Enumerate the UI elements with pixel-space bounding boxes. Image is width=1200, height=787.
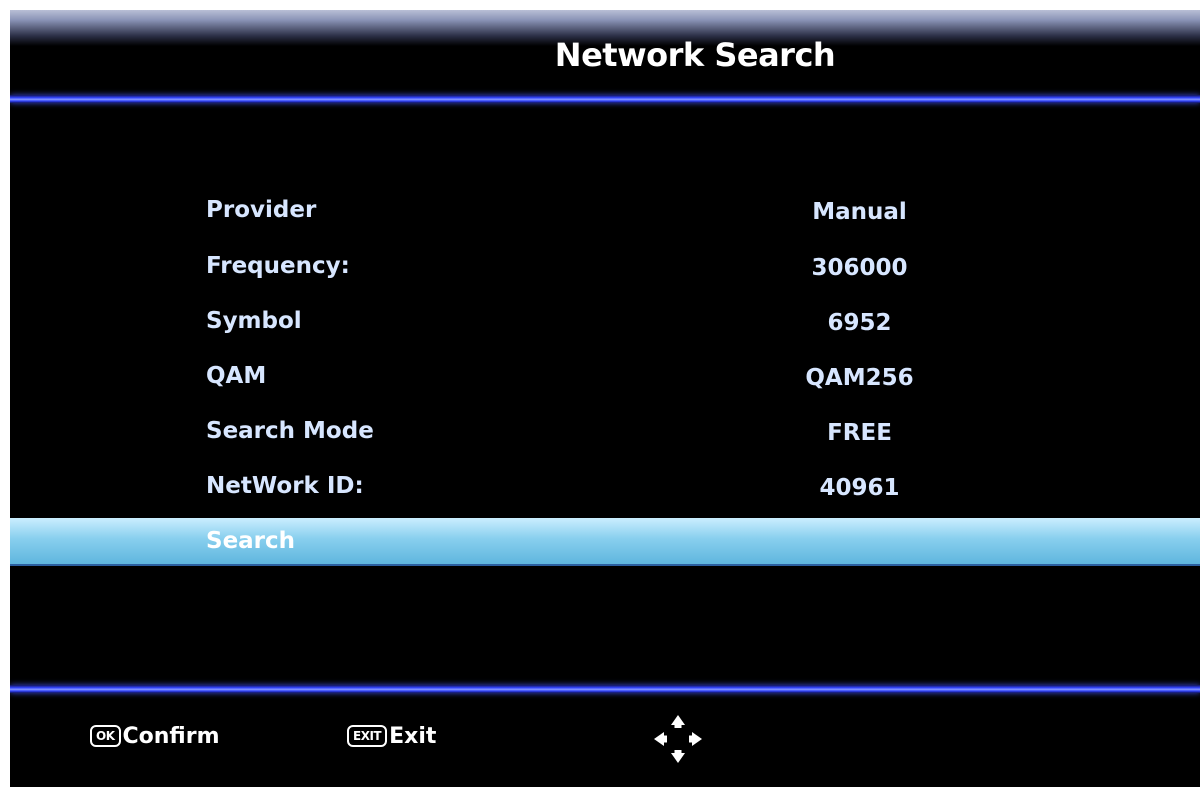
search-label: Search <box>206 528 296 554</box>
network-id-value: 40961 <box>819 475 900 501</box>
four-way-arrows-icon <box>654 715 702 763</box>
network-id-label: NetWork ID: <box>206 473 364 499</box>
exit-key-icon: EXIT <box>347 725 388 747</box>
confirm-label: Confirm <box>122 723 220 749</box>
qam-label: QAM <box>206 363 267 389</box>
header-bar: Network Search <box>10 10 1200 100</box>
bottom-divider <box>10 685 1200 693</box>
menu-row-provider[interactable]: Provider Manual <box>10 190 1200 230</box>
symbol-value: 6952 <box>827 310 892 336</box>
menu-row-frequency[interactable]: Frequency: 306000 <box>10 246 1200 286</box>
search-mode-value: FREE <box>827 420 892 446</box>
menu-row-network-id[interactable]: NetWork ID: 40961 <box>10 466 1200 506</box>
tv-screen: Network Search Provider Manual Frequency… <box>10 10 1200 787</box>
top-divider <box>10 95 1200 103</box>
provider-value: Manual <box>812 199 907 225</box>
ok-key-icon: OK <box>90 725 121 747</box>
qam-value: QAM256 <box>805 365 914 391</box>
menu-row-qam[interactable]: QAM QAM256 <box>10 356 1200 396</box>
page-title: Network Search <box>554 36 836 74</box>
menu-row-search-mode[interactable]: Search Mode FREE <box>10 411 1200 451</box>
menu-row-symbol[interactable]: Symbol 6952 <box>10 301 1200 341</box>
provider-label: Provider <box>206 197 317 223</box>
exit-hint: EXIT Exit <box>347 716 436 756</box>
frequency-value: 306000 <box>811 255 908 281</box>
confirm-hint: OK Confirm <box>90 716 220 756</box>
exit-label: Exit <box>389 723 437 749</box>
search-button[interactable]: Search <box>10 518 1200 564</box>
frequency-label: Frequency: <box>206 253 350 279</box>
symbol-label: Symbol <box>206 308 302 334</box>
search-mode-label: Search Mode <box>206 418 374 444</box>
